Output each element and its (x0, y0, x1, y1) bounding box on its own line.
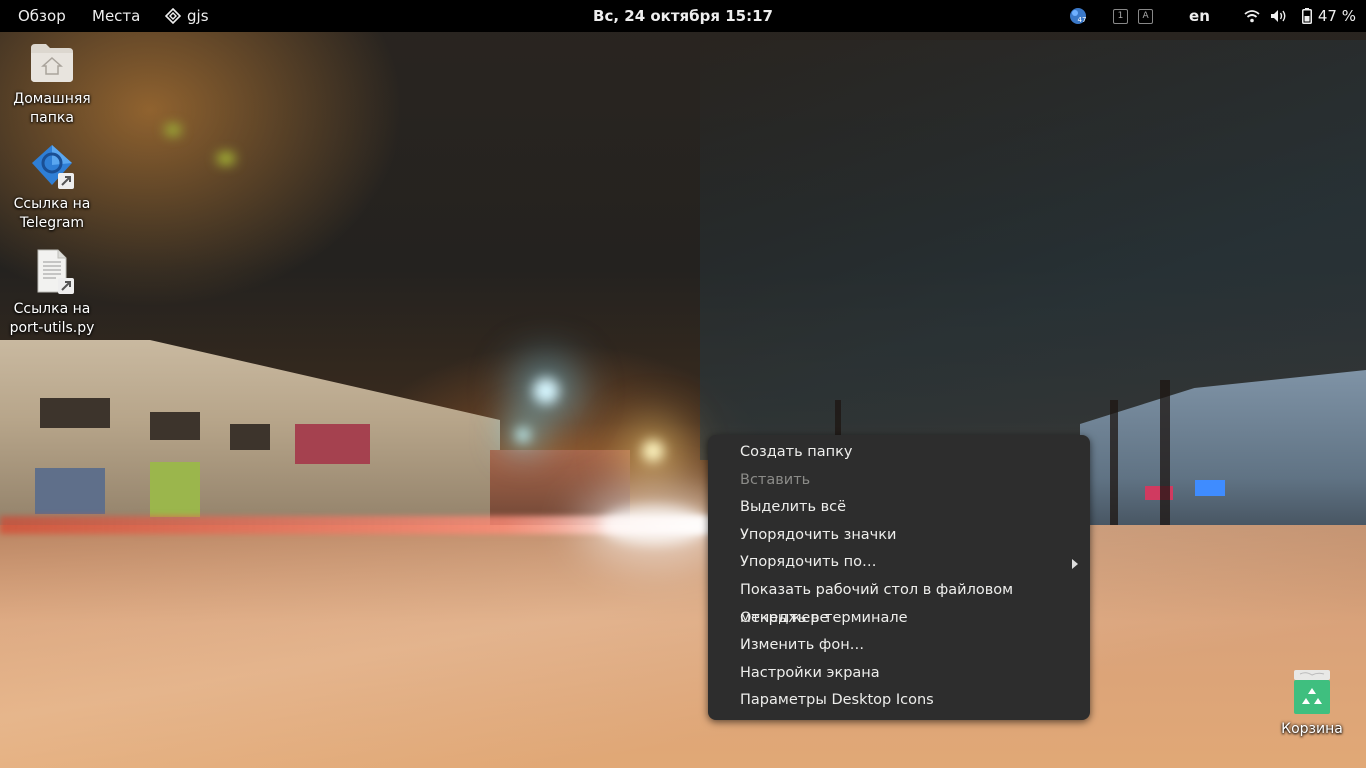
desktop-icon-port-utils[interactable]: Ссылка на port-utils.py (0, 248, 104, 338)
workspace-indicator-1[interactable]: 1 (1113, 8, 1129, 24)
desktop-icon-telegram-label-1: Ссылка на (13, 196, 91, 212)
desktop-icon-telegram[interactable]: Ссылка на Telegram (0, 143, 104, 233)
update-count: 47 (1078, 16, 1087, 24)
desktop-icon-home[interactable]: Домашняя папка (0, 38, 104, 128)
desktop-icon-home-label-2: папка (30, 110, 74, 126)
menu-item-arrange-icons[interactable]: Упорядочить значки (708, 522, 1090, 550)
wallpaper-sign (1195, 480, 1225, 496)
desktop-context-menu: Создать папку Вставить Выделить всё Упор… (708, 435, 1090, 720)
desktop-icon-telegram-label-2: Telegram (19, 215, 85, 231)
volume-icon[interactable] (1270, 9, 1288, 23)
desktop-icon-port-utils-label-1: Ссылка на (13, 301, 91, 317)
menu-item-arrange-by[interactable]: Упорядочить по… (708, 549, 1090, 577)
workspace-indicator-2[interactable]: A (1138, 8, 1154, 24)
menu-item-arrange-by-label: Упорядочить по… (740, 554, 877, 571)
desktop-icon-trash-label: Корзина (1281, 721, 1343, 737)
wifi-icon[interactable] (1244, 9, 1260, 23)
wallpaper-window (150, 412, 200, 440)
battery-icon[interactable] (1301, 8, 1312, 24)
wallpaper-lens-flare (217, 153, 235, 164)
wallpaper-headlights (600, 505, 710, 545)
wallpaper-window (230, 424, 270, 450)
wallpaper-window (35, 468, 105, 514)
gjs-diamond-icon (165, 8, 181, 24)
menu-item-open-terminal[interactable]: Открыть в терминале (708, 605, 1090, 633)
menu-item-desktop-icons-settings[interactable]: Параметры Desktop Icons (708, 687, 1090, 715)
wallpaper-street (0, 525, 1366, 768)
telegram-link-icon (28, 143, 76, 191)
desktop-icon-home-label-1: Домашняя (13, 91, 91, 107)
places-menu-button[interactable]: Места (92, 0, 140, 32)
system-tray[interactable]: 47 1 A en 47 % (1059, 0, 1356, 32)
update-notifier-icon[interactable]: 47 (1069, 7, 1087, 25)
menu-item-paste: Вставить (740, 471, 811, 488)
wallpaper-sign (150, 462, 200, 517)
desktop-icon-trash[interactable]: Корзина (1260, 668, 1364, 739)
wallpaper-streetlight (516, 428, 530, 442)
workspace-1-label: 1 (1113, 8, 1129, 24)
wallpaper-window (40, 398, 110, 428)
trash-icon (1288, 668, 1336, 716)
wallpaper-lens-flare (165, 125, 181, 135)
menu-item-show-in-files[interactable]: Показать рабочий стол в файловом менедже… (708, 577, 1090, 626)
text-file-link-icon (28, 248, 76, 296)
workspace-2-label: A (1138, 8, 1154, 24)
desktop-wallpaper[interactable] (0, 0, 1366, 768)
desktop-icon-port-utils-label-2: port-utils.py (9, 320, 95, 336)
app-menu-label: gjs (187, 7, 209, 25)
menu-item-create-folder[interactable]: Создать папку (708, 439, 1090, 467)
submenu-arrow-icon (1072, 559, 1078, 570)
activities-button[interactable]: Обзор (18, 0, 66, 32)
keyboard-layout-indicator[interactable]: en (1189, 7, 1210, 25)
menu-item-select-all[interactable]: Выделить всё (708, 494, 1090, 522)
wallpaper-streetlight (642, 440, 664, 462)
clock-button[interactable]: Вс, 24 октября 15:17 (593, 7, 773, 25)
top-bar: Обзор Места gjs Вс, 24 октября 15:17 47 … (0, 0, 1366, 32)
app-menu-button[interactable]: gjs (165, 0, 209, 32)
home-folder-icon (28, 38, 76, 86)
battery-percentage: 47 % (1317, 7, 1356, 25)
wallpaper-sign (295, 424, 370, 464)
menu-item-change-background[interactable]: Изменить фон… (708, 632, 1090, 660)
wallpaper-streetlight (533, 378, 559, 404)
menu-item-display-settings[interactable]: Настройки экрана (708, 660, 1090, 688)
